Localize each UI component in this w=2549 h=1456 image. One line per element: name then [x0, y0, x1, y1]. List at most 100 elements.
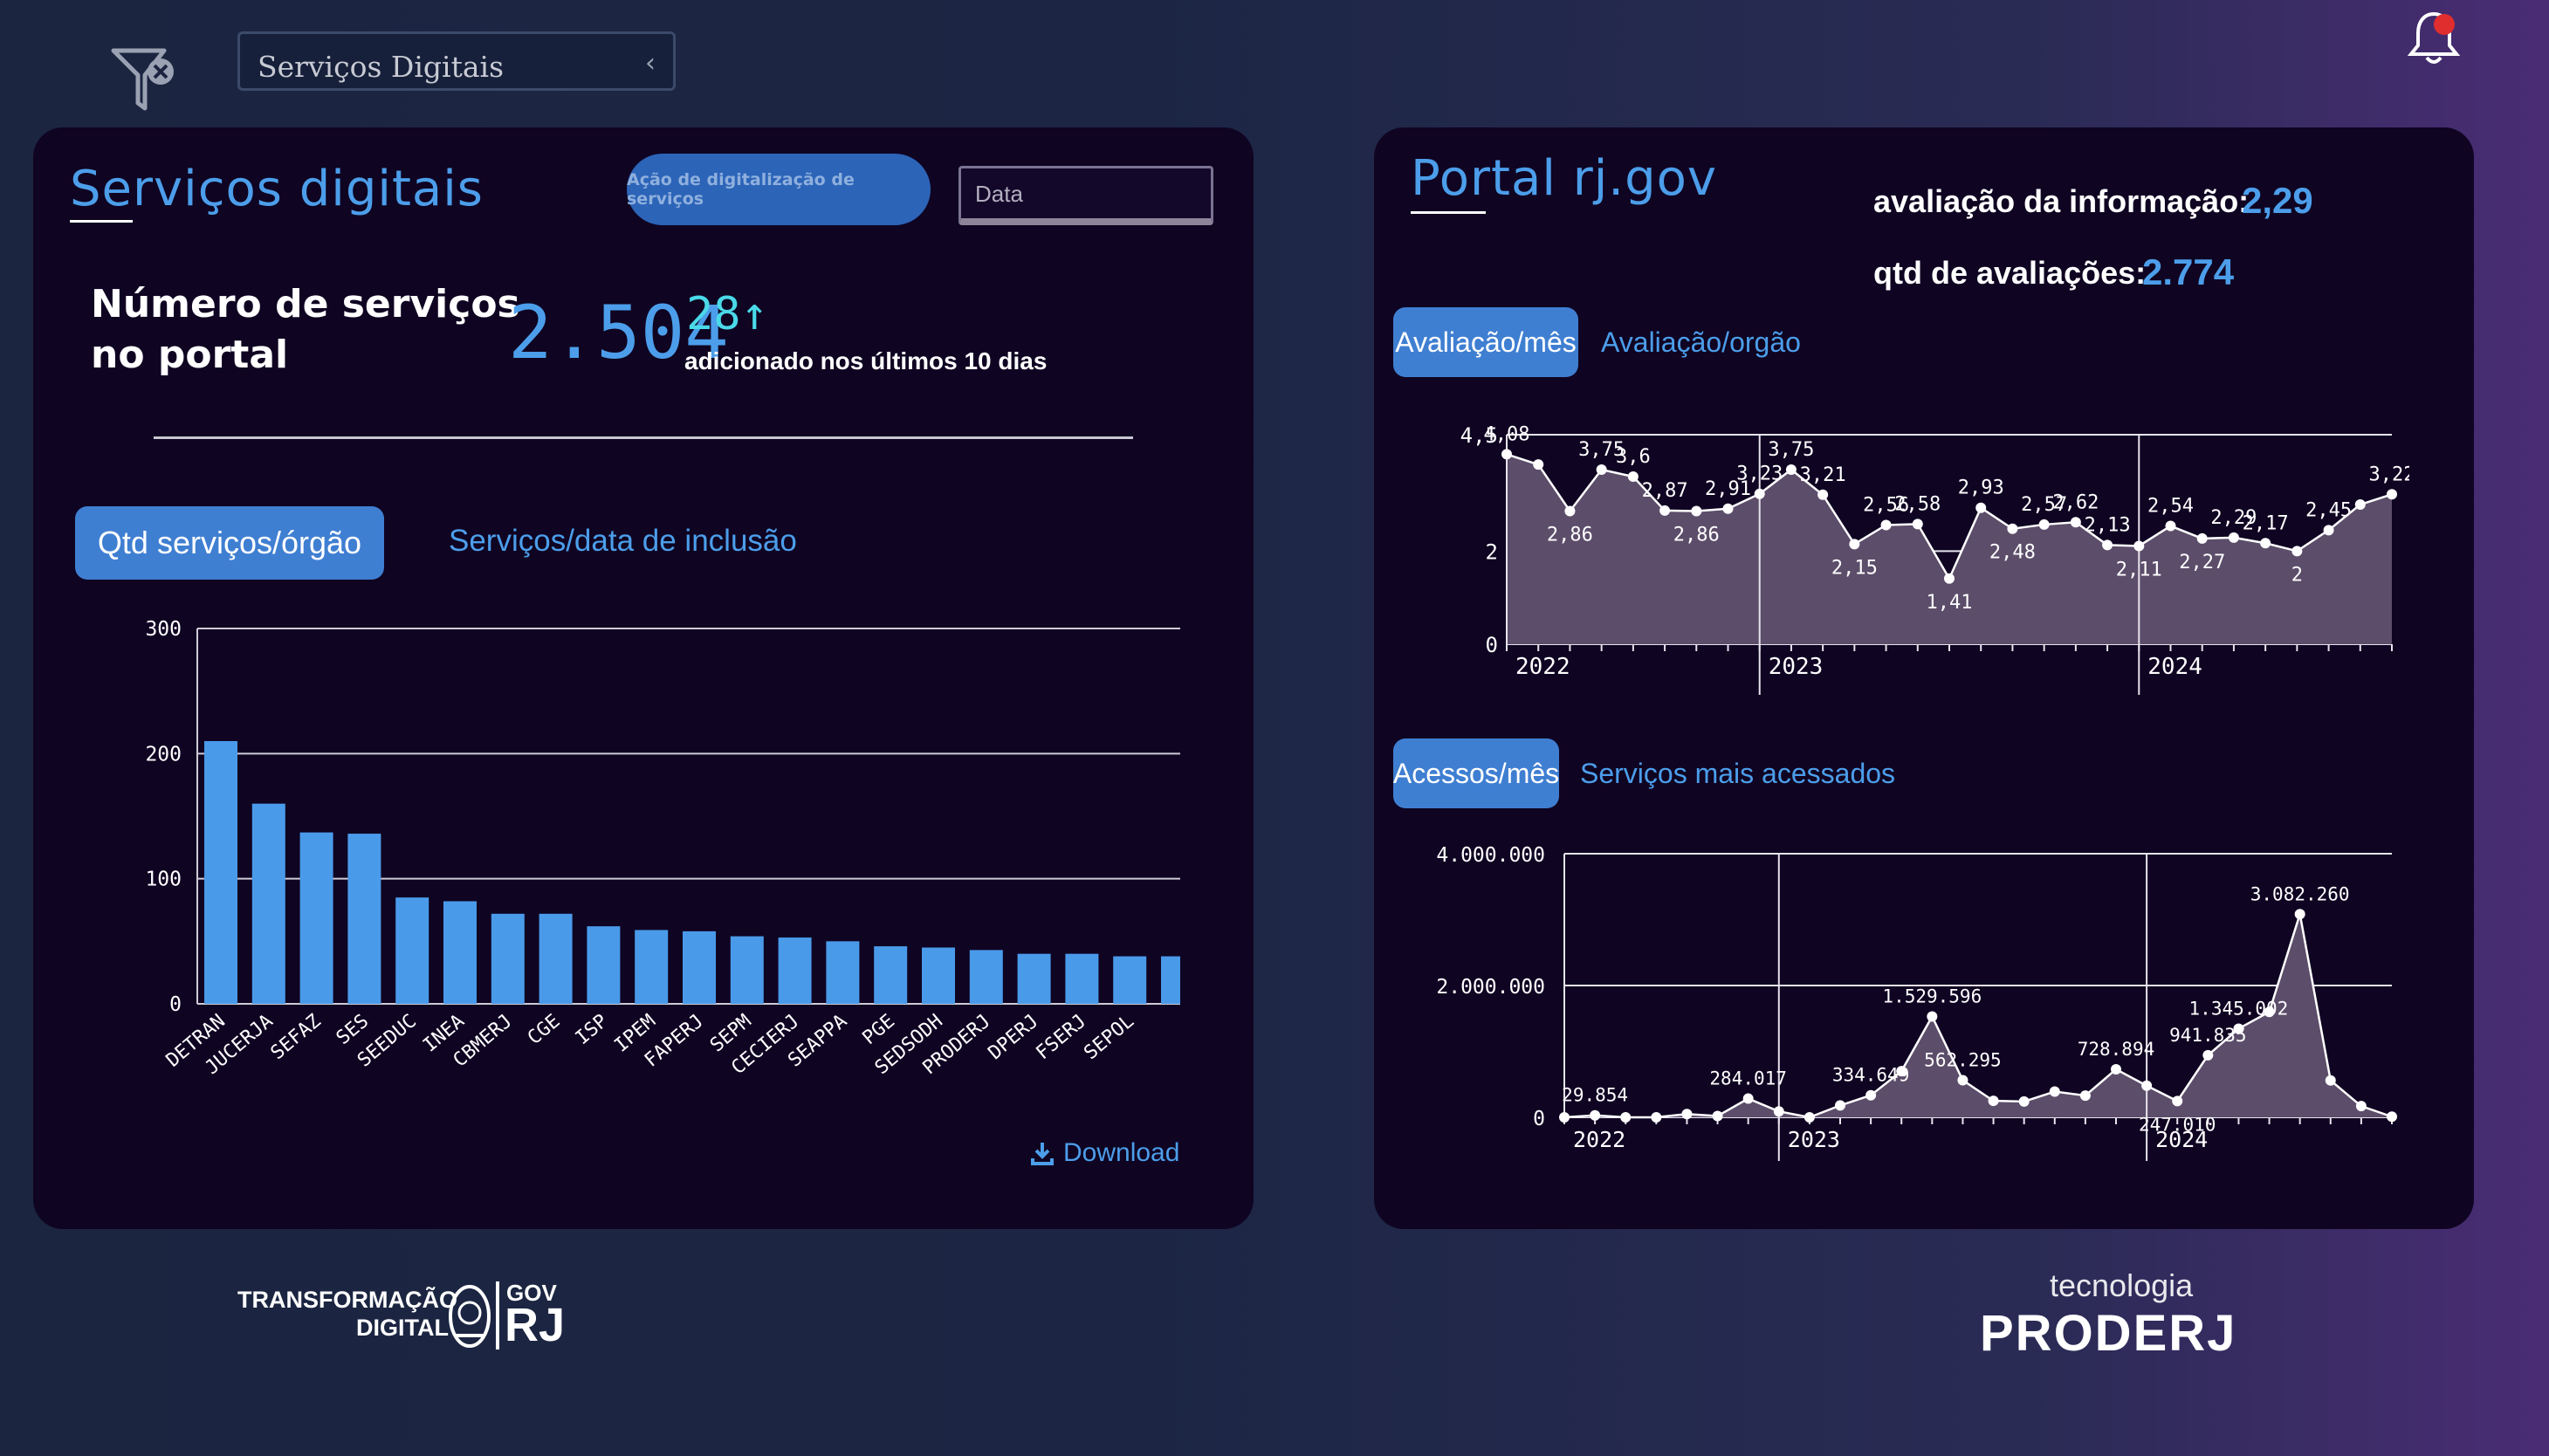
data-point	[1785, 464, 1797, 475]
data-point	[1957, 1075, 1968, 1086]
data-point	[1754, 488, 1765, 499]
x-tick-label: ISP	[572, 1010, 613, 1049]
data-label: 1.529.596	[1882, 986, 1982, 1007]
data-label: 2,86	[1547, 524, 1593, 546]
data-point	[2323, 525, 2334, 536]
rating-count-label: qtd de avaliações:	[1873, 255, 2147, 291]
y-tick-label: 0	[1486, 633, 1498, 657]
bar	[395, 897, 429, 1004]
proderj-logo: tecnologia PRODERJ	[1980, 1267, 2294, 1372]
y-tick-label: 0	[1533, 1108, 1545, 1130]
tab-most-accessed-services[interactable]: Serviços mais acessados	[1580, 758, 1895, 790]
bar	[299, 832, 333, 1004]
tab-services-per-agency[interactable]: Qtd serviços/órgão	[75, 506, 384, 580]
data-label: 29.854	[1562, 1085, 1628, 1106]
kpi-delta-caption: adicionado nos últimos 10 dias	[684, 347, 1048, 374]
logo-separator	[496, 1281, 499, 1350]
tab-rating-per-agency[interactable]: Avaliação/orgão	[1601, 326, 1801, 359]
kpi-delta: 28↑	[686, 288, 768, 340]
data-point	[2354, 499, 2366, 510]
info-rating-label: avaliação da informação:	[1873, 183, 2250, 219]
x-year-label: 2022	[1515, 654, 1570, 680]
data-point	[1722, 503, 1734, 514]
bar	[443, 901, 477, 1004]
data-point	[1620, 1112, 1632, 1123]
y-tick-label: 2	[1486, 539, 1498, 564]
portal-title: Portal rj.gov	[1411, 150, 1718, 207]
data-point	[2070, 517, 2081, 528]
data-point	[1533, 459, 1544, 470]
data-point	[1501, 449, 1512, 460]
data-label: 1,41	[1927, 592, 1973, 614]
download-button[interactable]: Download	[1030, 1138, 1179, 1168]
logo-rj: RJ	[505, 1299, 566, 1351]
data-point	[2228, 532, 2239, 543]
data-label: 2,87	[1642, 480, 1688, 502]
bar	[539, 913, 573, 1004]
x-tick-label: SEFAZ	[267, 1010, 326, 1064]
services-per-agency-chart: 0100200300DETRANJUCERJASEFAZ SESSEEDUCINE…	[145, 618, 1180, 1079]
data-point	[2111, 1063, 2121, 1075]
data-point	[1627, 471, 1639, 482]
x-year-label: 2023	[1788, 1127, 1840, 1152]
tab-services-by-date[interactable]: Serviços/data de inclusão	[449, 524, 797, 559]
data-label: 3,23	[1736, 464, 1783, 485]
data-point	[2202, 1049, 2214, 1061]
data-label: 3,75	[1768, 439, 1814, 461]
bar	[778, 937, 812, 1004]
service-dropdown[interactable]: Serviços Digitais ‹	[237, 31, 676, 91]
logo-line1: TRANSFORMAÇÃO	[237, 1287, 457, 1313]
download-label: Download	[1063, 1138, 1180, 1167]
tab-rating-per-month[interactable]: Avaliação/mês	[1393, 307, 1578, 377]
data-label: 2,17	[2243, 512, 2289, 534]
y-tick-label: 0	[169, 993, 182, 1016]
data-label: 247.010	[2139, 1114, 2216, 1135]
kpi-label: Número de serviços no portal	[91, 282, 520, 377]
data-point	[1681, 1109, 1693, 1120]
data-point	[1865, 1089, 1877, 1101]
filter-clear-icon[interactable]	[110, 45, 180, 115]
data-label: 2,62	[2052, 491, 2099, 513]
bar	[969, 950, 1003, 1004]
arrow-up-icon: ↑	[740, 288, 768, 340]
data-point	[2102, 539, 2113, 551]
data-point	[1590, 1109, 1601, 1121]
kpi-delta-value: 28	[686, 288, 741, 340]
data-point	[2196, 532, 2208, 544]
data-point	[1773, 1106, 1784, 1117]
digitalization-action-button[interactable]: Ação de digitalização de serviços	[627, 154, 931, 225]
access-per-month-chart: 02.000.0004.000.0002022 2023 202429.854284…	[1436, 844, 2397, 1161]
proderj-wordmark: PRODERJ	[1980, 1305, 2237, 1362]
data-point	[1975, 502, 1987, 513]
panel-title: Serviços digitais	[70, 161, 484, 217]
portal-title-underline	[1411, 211, 1486, 214]
data-label: 728.894	[2078, 1039, 2155, 1060]
data-point	[2264, 1006, 2275, 1018]
tab-access-per-month[interactable]: Acessos/mês	[1393, 738, 1559, 808]
x-year-label: 2023	[1769, 654, 1824, 680]
date-input[interactable]: Data	[958, 166, 1213, 225]
data-label: 2	[2291, 564, 2303, 586]
notification-bell-icon[interactable]	[2407, 9, 2461, 66]
data-point	[1691, 505, 1702, 517]
data-point	[2049, 1086, 2060, 1097]
data-label: 2,48	[1989, 542, 2036, 564]
data-point	[2291, 546, 2303, 557]
data-point	[2141, 1080, 2153, 1091]
data-point	[1564, 505, 1576, 517]
data-label: 2,93	[1958, 477, 2004, 499]
data-label: 3,21	[1800, 464, 1846, 486]
data-point	[1896, 1066, 1907, 1077]
data-label: 2,54	[2147, 496, 2194, 518]
data-label: 3,6	[1616, 446, 1651, 468]
data-point	[2387, 1111, 2397, 1123]
bar	[1161, 956, 1180, 1004]
dropdown-value: Serviços Digitais	[258, 50, 504, 84]
coat-of-arms-icon	[449, 1285, 491, 1348]
data-point	[1596, 464, 1607, 475]
bar	[874, 946, 908, 1004]
y-tick-label: 4.000.000	[1436, 844, 1545, 867]
data-point	[1835, 1100, 1845, 1111]
data-point	[1651, 1112, 1662, 1123]
bar	[1017, 953, 1051, 1004]
